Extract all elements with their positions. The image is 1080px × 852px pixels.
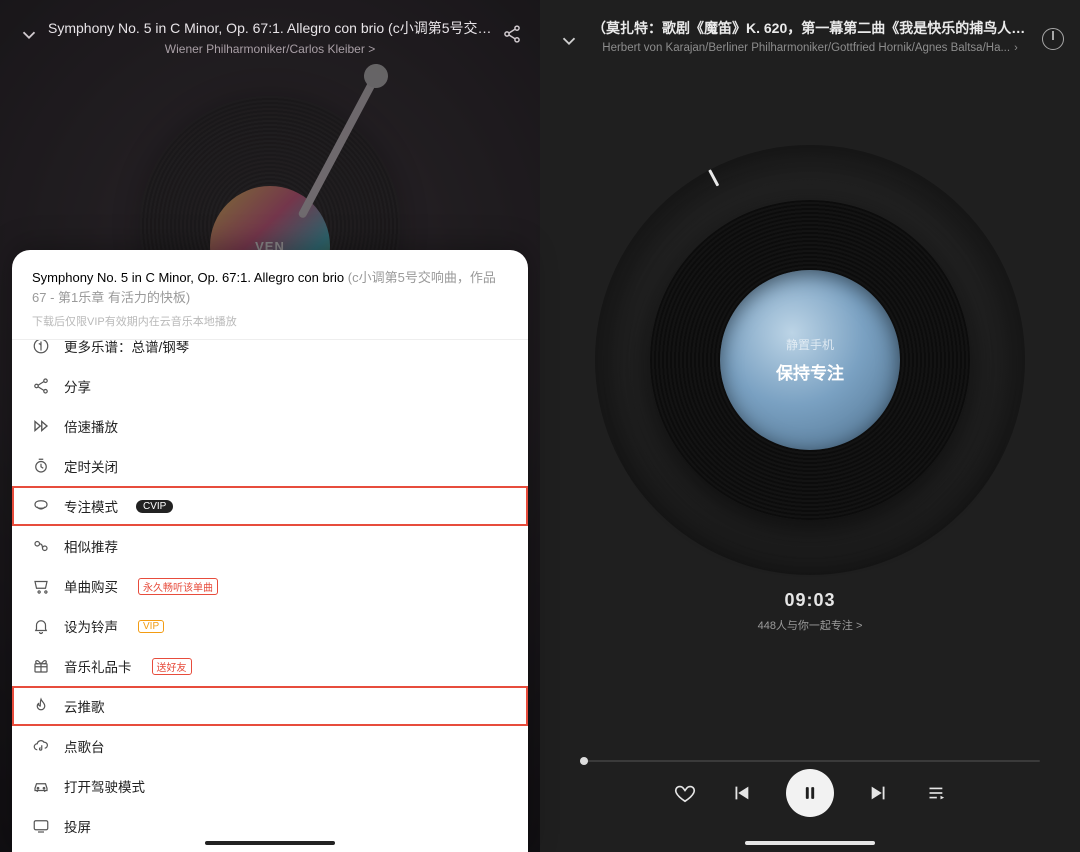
- menu-tag: 送好友: [152, 658, 192, 675]
- menu-item-ring[interactable]: 设为铃声 VIP: [12, 606, 528, 646]
- menu-item-label: 投屏: [64, 816, 91, 836]
- cloud-music-icon: [32, 737, 50, 755]
- left-header: Symphony No. 5 in C Minor, Op. 67:1. All…: [0, 0, 540, 56]
- menu-item-label: 相似推荐: [64, 536, 118, 556]
- cast-icon: [32, 817, 50, 835]
- home-indicator-right: [745, 841, 875, 845]
- sheet-track-title: Symphony No. 5 in C Minor, Op. 67:1. All…: [32, 270, 348, 285]
- menu-item-label: 音乐礼品卡: [64, 656, 132, 676]
- collapse-icon-right[interactable]: [558, 30, 580, 57]
- home-indicator-left: [205, 841, 335, 845]
- pause-button[interactable]: [786, 769, 834, 817]
- menu-item-cast[interactable]: 投屏: [12, 806, 528, 840]
- speed-icon: [32, 417, 50, 435]
- vinyl-center[interactable]: 静置手机 保持专注: [720, 270, 900, 450]
- right-panel: （莫扎特：歌剧《魔笛》K. 620，第一幕第二曲《我是快乐的捕鸟人》） Herb…: [540, 0, 1080, 852]
- collapse-icon[interactable]: [18, 24, 40, 51]
- gift-icon: [32, 657, 50, 675]
- menu-item-more[interactable]: 更多乐谱：总谱/钢琴: [12, 340, 528, 366]
- prev-button[interactable]: [730, 782, 752, 804]
- vinyl-graphic-left: VEN: [100, 86, 440, 226]
- menu-item-label: 定时关闭: [64, 456, 118, 476]
- like-button[interactable]: [674, 782, 696, 804]
- menu-item-label: 点歌台: [64, 736, 105, 756]
- menu-item-label: 打开驾驶模式: [64, 776, 145, 796]
- share-icon: [32, 377, 50, 395]
- menu-item-label: 单曲购买: [64, 576, 118, 596]
- power-icon[interactable]: [1042, 28, 1064, 50]
- menu-item-gift[interactable]: 音乐礼品卡 送好友: [12, 646, 528, 686]
- timer-icon: [32, 457, 50, 475]
- menu-item-promote[interactable]: 云推歌: [12, 686, 528, 726]
- player-controls: [540, 769, 1080, 817]
- menu-item-label: 设为铃声: [64, 616, 118, 636]
- menu-item-timer[interactable]: 定时关闭: [12, 446, 528, 486]
- clef-icon: [32, 340, 50, 355]
- menu-item-buy[interactable]: 单曲购买 永久畅听该单曲: [12, 566, 528, 606]
- next-button[interactable]: [868, 782, 890, 804]
- menu-item-juke[interactable]: 点歌台: [12, 726, 528, 766]
- bell-icon: [32, 617, 50, 635]
- vip-badge: CVIP: [136, 500, 173, 513]
- menu-item-label: 倍速播放: [64, 416, 118, 436]
- menu-item-label: 更多乐谱：总谱/钢琴: [64, 340, 189, 356]
- track-title-right: （莫扎特：歌剧《魔笛》K. 620，第一幕第二曲《我是快乐的捕鸟人》）: [592, 18, 1028, 38]
- menu-item-drive[interactable]: 打开驾驶模式: [12, 766, 528, 806]
- menu-item-label: 云推歌: [64, 696, 105, 716]
- timer-block: 09:03 448人与你一起专注 >: [540, 590, 1080, 633]
- action-menu: 更多乐谱：总谱/钢琴分享倍速播放定时关闭专注模式 CVIP 相似推荐单曲购买 永久畅听…: [12, 340, 528, 840]
- track-artist-right[interactable]: Herbert von Karajan/Berliner Philharmoni…: [592, 42, 1028, 54]
- vinyl-graphic-right: 静置手机 保持专注: [650, 200, 970, 520]
- track-artist-left[interactable]: Wiener Philharmoniker/Carlos Kleiber >: [48, 42, 492, 56]
- left-panel: Symphony No. 5 in C Minor, Op. 67:1. All…: [0, 0, 540, 852]
- menu-item-focus[interactable]: 专注模式 CVIP: [12, 486, 528, 526]
- right-header: （莫扎特：歌剧《魔笛》K. 620，第一幕第二曲《我是快乐的捕鸟人》） Herb…: [540, 0, 1080, 54]
- menu-item-speed[interactable]: 倍速播放: [12, 406, 528, 446]
- menu-item-similar[interactable]: 相似推荐: [12, 526, 528, 566]
- action-sheet: Symphony No. 5 in C Minor, Op. 67:1. All…: [12, 250, 528, 852]
- focus-label: 保持专注: [776, 359, 844, 384]
- together-count[interactable]: 448人与你一起专注 >: [540, 617, 1080, 633]
- share-icon-header[interactable]: [502, 24, 522, 49]
- focus-dial: 静置手机 保持专注: [595, 145, 1025, 575]
- menu-item-label: 专注模式: [64, 496, 118, 516]
- similar-icon: [32, 537, 50, 555]
- menu-item-label: 分享: [64, 376, 91, 396]
- menu-tag: 永久畅听该单曲: [138, 578, 218, 595]
- focus-timer: 09:03: [540, 590, 1080, 611]
- car-icon: [32, 777, 50, 795]
- menu-tag: VIP: [138, 620, 164, 633]
- menu-item-share[interactable]: 分享: [12, 366, 528, 406]
- cart-icon: [32, 577, 50, 595]
- sheet-header: Symphony No. 5 in C Minor, Op. 67:1. All…: [12, 268, 528, 340]
- flame-icon: [32, 697, 50, 715]
- playlist-button[interactable]: [924, 782, 946, 804]
- focus-icon: [32, 497, 50, 515]
- track-title-left: Symphony No. 5 in C Minor, Op. 67:1. All…: [48, 18, 492, 38]
- sheet-note: 下载后仅限VIP有效期内在云音乐本地播放: [32, 313, 508, 329]
- progress-handle-icon[interactable]: [580, 757, 588, 765]
- progress-bar[interactable]: [580, 760, 1040, 762]
- focus-hint: 静置手机: [786, 336, 834, 353]
